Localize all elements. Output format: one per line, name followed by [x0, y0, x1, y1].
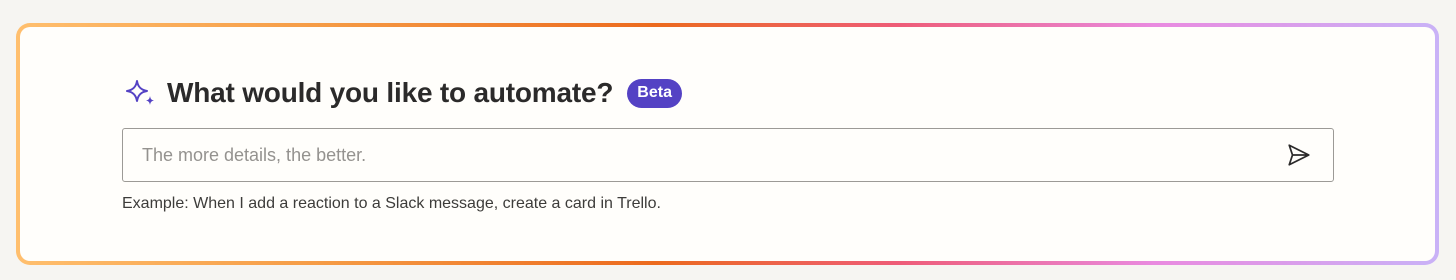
automation-prompt-field[interactable] — [122, 128, 1334, 182]
send-button[interactable] — [1283, 139, 1315, 171]
send-icon — [1288, 144, 1310, 166]
automation-prompt-input[interactable] — [123, 129, 1283, 181]
page-title: What would you like to automate? — [167, 77, 614, 108]
prompt-heading: What would you like to automate? Beta — [125, 73, 682, 113]
sparkle-icon — [125, 77, 157, 109]
beta-badge: Beta — [627, 78, 682, 108]
prompt-card: What would you like to automate? Beta Ex… — [20, 27, 1435, 261]
prompt-card-gradient-border: What would you like to automate? Beta Ex… — [16, 23, 1439, 265]
example-hint: Example: When I add a reaction to a Slac… — [122, 195, 661, 212]
